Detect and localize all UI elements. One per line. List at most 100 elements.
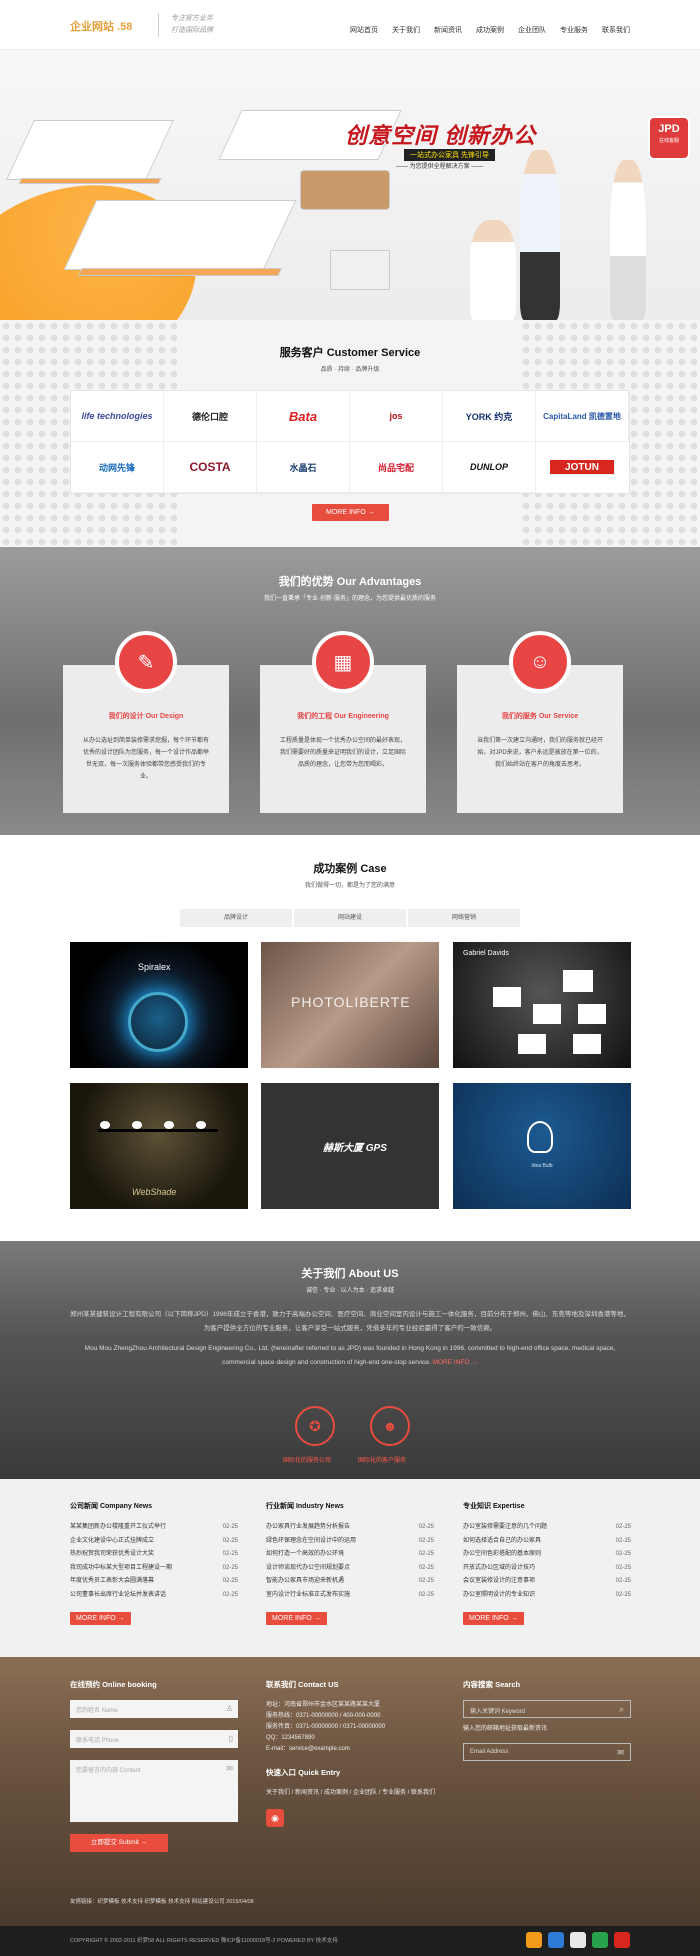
quick-entry-links[interactable]: 关于我们 / 新闻资讯 / 成功案例 / 企业团队 / 专业服务 / 联系我们 [266, 1788, 436, 1799]
nav-home[interactable]: 网站首页 [350, 25, 378, 35]
list-item[interactable]: 室内设计行业标准正式发布实施 02-25 [266, 1589, 434, 1603]
news-more-button[interactable]: MORE INFO → [70, 1612, 131, 1625]
nav-services[interactable]: 专业服务 [560, 25, 588, 35]
news-date: 02-25 [222, 1537, 238, 1544]
case-thumbnail[interactable]: 赫斯大厦 GPS [261, 1083, 439, 1209]
client-logo[interactable]: YORK 约克 [443, 391, 536, 442]
tab-marketing[interactable]: 网络营销 [408, 909, 520, 927]
news-title: 设计师谈现代办公空间规划要点 [266, 1564, 351, 1571]
card-title: 我们的服务 Our Service [501, 713, 579, 720]
subscribe-note: 输入您的邮箱地址获取最新资讯 [463, 1726, 548, 1732]
advantage-card[interactable]: ✎ 我们的设计 Our Design 从办公选址到简单装修需求挖掘，每个环节都有… [63, 631, 229, 813]
submit-button[interactable]: 立即提交 Submit → [70, 1834, 168, 1852]
mail-icon[interactable]: ✉ [617, 1748, 624, 1757]
list-item[interactable]: 办公空间色彩搭配的基本原则 02-25 [463, 1548, 631, 1562]
security-badge-icon[interactable] [570, 1932, 586, 1948]
pencil-icon: ✎ [115, 631, 177, 693]
news-title: 办公家具行业发展趋势分析报告 [266, 1524, 351, 1530]
news-more-button[interactable]: MORE INFO → [463, 1612, 524, 1625]
email-field[interactable]: Email Address ✉ [463, 1743, 631, 1761]
advantage-card[interactable]: ▦ 我们的工程 Our Engineering 工程质量是体现一个优秀办公空间的… [260, 631, 426, 813]
tab-web-build[interactable]: 网站建设 [294, 909, 406, 927]
contact-line: E-mail：service@example.com [266, 1746, 350, 1752]
list-item[interactable]: 智能办公家具市场迎来新机遇 02-25 [266, 1575, 434, 1589]
list-item[interactable]: 设计师谈现代办公空间规划要点 02-25 [266, 1562, 434, 1576]
client-logo[interactable]: jos [350, 391, 443, 442]
news-column: 行业新闻 Industry News 办公家具行业发展趋势分析报告 02-25 绿… [266, 1501, 434, 1625]
contact-line: 地址：河南省郑州市金水区某某路某某大厦 [266, 1702, 381, 1708]
list-item[interactable]: 某某集团新办公楼隆重开工仪式举行 02-25 [70, 1521, 238, 1535]
case-label: Idea Bulb [531, 1163, 553, 1169]
case-thumbnail[interactable]: Spiralex [70, 942, 248, 1068]
report-badge-icon[interactable] [614, 1932, 630, 1948]
section-title: 我们的优势 Our Advantages [278, 576, 422, 588]
friend-links[interactable]: 友情链接：织梦模板 技术支持 织梦模板 技术支持 网站建设公司 2015/04/… [70, 1897, 254, 1905]
nav-cases[interactable]: 成功案例 [476, 25, 504, 35]
case-thumbnail[interactable]: PHOTOLIBERTE [261, 942, 439, 1068]
nav-about[interactable]: 关于我们 [392, 25, 420, 35]
credit-badge-icon[interactable] [592, 1932, 608, 1948]
about-more-link[interactable]: MORE INFO → [433, 1359, 478, 1366]
client-logo[interactable]: DUNLOP [443, 442, 536, 493]
phone-field[interactable]: 联系电话 Phone ▯ [70, 1730, 238, 1748]
client-logo[interactable]: 德伦口腔 [164, 391, 257, 442]
slogan-line-2: 打造国际品牌 [171, 27, 213, 34]
quick-entry-title: 快速入口 Quick Entry [266, 1768, 341, 1777]
news-more-button[interactable]: MORE INFO → [266, 1612, 327, 1625]
list-item[interactable]: 开放式办公区域的设计技巧 02-25 [463, 1562, 631, 1576]
list-item[interactable]: 办公室装修需要注意的几个问题 02-25 [463, 1521, 631, 1535]
card-graphic [533, 1004, 561, 1024]
list-item[interactable]: 如何打造一个高效的办公环境 02-25 [266, 1548, 434, 1562]
client-logo[interactable]: Bata [257, 391, 350, 442]
list-item[interactable]: 公司董事长出席行业论坛并发表讲话 02-25 [70, 1589, 238, 1603]
client-logo[interactable]: life technologies [71, 391, 164, 442]
nav-team[interactable]: 企业团队 [518, 25, 546, 35]
customers-more-button[interactable]: MORE INFO → [312, 504, 389, 521]
list-item[interactable]: 年度优秀员工表彰大会圆满落幕 02-25 [70, 1575, 238, 1589]
client-logo[interactable]: 动网先锋 [71, 442, 164, 493]
advantage-card[interactable]: ☺ 我们的服务 Our Service 当我们第一次建立沟通时，我们的服务就已经… [457, 631, 623, 813]
list-item[interactable]: 绿色环保理念在空间设计中的运用 02-25 [266, 1535, 434, 1549]
news-title: 我司成功中标某大型项目工程建设一期 [70, 1564, 173, 1571]
lamp-graphic [100, 1121, 110, 1129]
globe-service-icon[interactable]: ✪ [295, 1406, 335, 1446]
office-desk [78, 268, 282, 276]
list-item[interactable]: 企业文化建设中心正式挂牌成立 02-25 [70, 1535, 238, 1549]
list-item[interactable]: 办公室照明设计的专业知识 02-25 [463, 1589, 631, 1603]
case-thumbnail[interactable]: Gabriel Davids [453, 942, 631, 1068]
name-field[interactable]: 您的姓名 Name ♙ [70, 1700, 238, 1718]
case-thumbnail[interactable]: WebShade [70, 1083, 248, 1209]
nav-contact[interactable]: 联系我们 [602, 25, 630, 35]
case-label: Spiralex [138, 962, 171, 972]
list-item[interactable]: 如何选择适合自己的办公家具 02-25 [463, 1535, 631, 1549]
verify-badge-icon[interactable] [548, 1932, 564, 1948]
customer-service-icon[interactable]: ☻ [370, 1406, 410, 1446]
list-item[interactable]: 热烈祝贺我司荣获优秀设计大奖 02-25 [70, 1548, 238, 1562]
nav-news[interactable]: 新闻资讯 [434, 25, 462, 35]
message-field[interactable]: 您要留言的内容 Content ✉ [70, 1760, 238, 1822]
list-item[interactable]: 会议室装修设计的注意事项 02-25 [463, 1575, 631, 1589]
user-icon: ♙ [225, 1704, 233, 1713]
site-logo[interactable]: 企业网站 .58 [70, 18, 132, 34]
search-input[interactable]: 输入关键词 Keyword ⌕ [463, 1700, 631, 1718]
list-item[interactable]: 我司成功中标某大型项目工程建设一期 02-25 [70, 1562, 238, 1576]
news-title: 企业文化建设中心正式挂牌成立 [70, 1537, 155, 1544]
list-item[interactable]: 办公家具行业发展趋势分析报告 02-25 [266, 1521, 434, 1535]
case-tabs: 品牌设计 网站建设 网络营销 [180, 909, 520, 927]
weibo-icon[interactable]: ◉ [266, 1809, 284, 1827]
police-badge-icon[interactable] [526, 1932, 542, 1948]
contact-info: 联系我们 Contact US 地址：河南省郑州市金水区某某路某某大厦 服务热线… [266, 1679, 436, 1827]
tab-brand-design[interactable]: 品牌设计 [180, 909, 292, 927]
news-title: 某某集团新办公楼隆重开工仪式举行 [70, 1524, 167, 1530]
client-logo[interactable]: 尚品宅配 [350, 442, 443, 493]
news-title: 智能办公家具市场迎来新机遇 [266, 1578, 345, 1584]
client-logo[interactable]: 水晶石 [257, 442, 350, 493]
case-thumbnail[interactable]: Idea Bulb [453, 1083, 631, 1209]
building-icon: ▦ [312, 631, 374, 693]
client-logo[interactable]: COSTA [164, 442, 257, 493]
search-icon[interactable]: ⌕ [620, 1705, 624, 1715]
bulb-icon [527, 1121, 553, 1153]
online-service-badge[interactable]: JPD 在线客服 [650, 118, 688, 158]
client-logo[interactable]: JOTUN [550, 460, 615, 475]
client-logo[interactable]: CapitaLand 凯德置地 [536, 391, 629, 442]
